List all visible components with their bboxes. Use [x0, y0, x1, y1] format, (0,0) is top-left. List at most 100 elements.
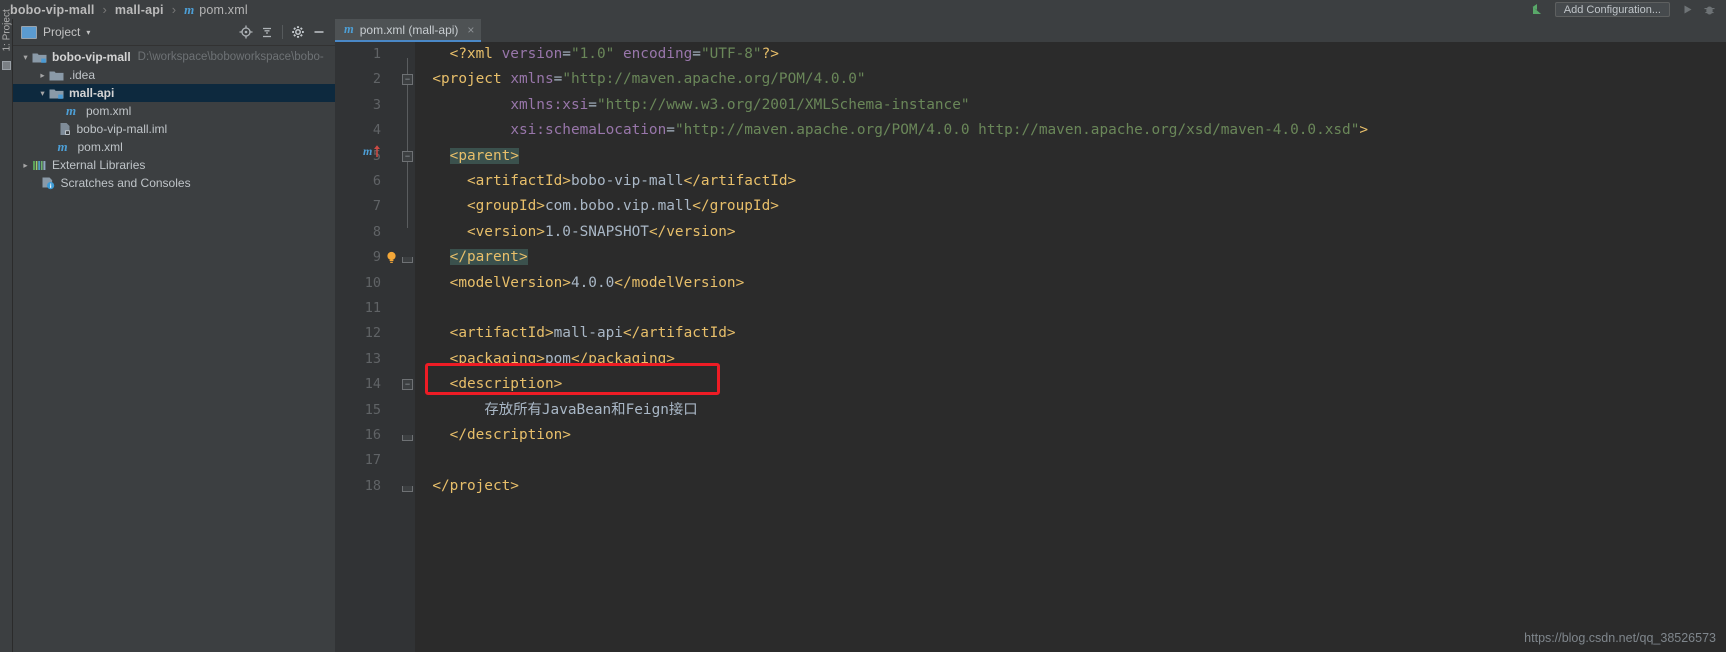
breadcrumb-item-project[interactable]: bobo-vip-mall	[8, 0, 97, 19]
tree-item-pom-xml[interactable]: m pom.xml	[13, 102, 335, 120]
hide-panel-icon[interactable]	[310, 23, 328, 41]
code-token-attr: xmlns:	[510, 96, 563, 113]
debug-icon[interactable]	[1698, 0, 1720, 19]
chevron-right-icon[interactable]: ▸	[19, 160, 32, 171]
fold-collapse-icon[interactable]: −	[402, 74, 413, 86]
code-token-str: "1.0"	[570, 46, 615, 62]
breadcrumb-bar: bobo-vip-mall › mall-api › m pom.xml Add…	[0, 0, 1726, 19]
chevron-down-icon[interactable]: ▾	[19, 52, 32, 63]
intention-bulb-icon[interactable]	[385, 251, 398, 264]
code-token-tag: </version>	[648, 223, 736, 240]
line-number: 8	[372, 223, 381, 240]
tree-item-scratches-and-consoles[interactable]: Scratches and Consoles	[13, 174, 335, 192]
chevron-down-icon[interactable]: ▾	[86, 28, 90, 37]
code-token-tag: <version>	[466, 223, 545, 240]
editor-tab-pom-xml[interactable]: m pom.xml (mall-api) ×	[335, 19, 482, 42]
code-line[interactable]: </project>	[415, 474, 519, 499]
maven-icon: m	[66, 103, 77, 118]
code-line[interactable]: <project xmlns="http://maven.apache.org/…	[415, 67, 866, 92]
project-tree[interactable]: ▾ bobo-vip-mall D:\workspace\boboworkspace…	[13, 46, 335, 652]
code-token-eq: =	[692, 46, 701, 62]
fold-end-icon[interactable]	[402, 257, 413, 264]
code-token-highlighted-tag: </parent>	[449, 249, 528, 266]
code-line[interactable]: <?xml version="1.0" encoding="UTF-8"?>	[415, 42, 779, 67]
tree-item-label: pom.xml	[86, 104, 132, 118]
tree-item-external-libraries[interactable]: ▸ External Libraries	[13, 156, 335, 174]
code-line[interactable]: <version>1.0-SNAPSHOT</version>	[415, 220, 736, 245]
code-token-eq: =	[588, 96, 597, 113]
line-number: 14	[364, 376, 381, 393]
code-token-str: "http://maven.apache.org/POM/4.0.0"	[562, 71, 866, 88]
project-tool-window-label[interactable]: 1: Project	[2, 6, 13, 51]
add-configuration-button[interactable]: Add Configuration...	[1554, 2, 1670, 17]
close-icon[interactable]: ×	[467, 23, 474, 37]
code-line[interactable]: </description>	[415, 423, 571, 448]
add-configuration-label: Add Configuration...	[1563, 3, 1661, 16]
code-line[interactable]: <parent>	[415, 144, 519, 169]
breadcrumb-label: mall-api	[114, 2, 164, 17]
fold-collapse-icon[interactable]: −	[402, 379, 413, 391]
maven-inherited-icon[interactable]: m	[363, 144, 381, 159]
code-line[interactable]: <description>	[415, 372, 563, 397]
code-token-attr: encoding	[622, 46, 693, 62]
breadcrumb-item-module[interactable]: mall-api	[113, 0, 166, 19]
structure-strip-icon[interactable]	[2, 61, 11, 70]
tree-item-mall-api[interactable]: ▾ mall-api	[13, 84, 335, 102]
update-project-icon[interactable]	[1527, 0, 1549, 19]
chevron-down-icon[interactable]: ▾	[36, 88, 49, 99]
breadcrumb-label: pom.xml	[199, 2, 248, 17]
tree-item-idea[interactable]: ▸ .idea	[13, 66, 335, 84]
settings-gear-icon[interactable]	[289, 23, 307, 41]
tree-item-bobo-vip-mall[interactable]: ▾ bobo-vip-mall D:\workspace\boboworkspace…	[13, 48, 335, 66]
tree-item-bobo-vip-mall-iml[interactable]: bobo-vip-mall.iml	[13, 120, 335, 138]
watermark-text: https://blog.csdn.net/qq_38526573	[1524, 631, 1716, 645]
code-viewport[interactable]: 123456789101112131415161718m −−− <?xml v…	[335, 42, 1726, 652]
tree-item-label: pom.xml	[77, 140, 123, 154]
code-token-tag: </modelVersion>	[614, 274, 745, 291]
code-line[interactable]: xmlns:xsi="http://www.w3.org/2001/XMLSch…	[415, 93, 969, 118]
fold-end-icon[interactable]	[402, 435, 413, 441]
line-number-gutter[interactable]: 123456789101112131415161718m	[335, 42, 401, 652]
line-number: 18	[364, 477, 381, 494]
tree-item-pom-xml[interactable]: m pom.xml	[13, 138, 335, 156]
code-line[interactable]: <packaging>pom</packaging>	[415, 347, 675, 372]
tree-item-label: External Libraries	[52, 158, 146, 172]
code-folding-gutter[interactable]: − − −	[401, 42, 415, 652]
code-line[interactable]: </parent>	[415, 245, 528, 270]
toolbar-divider	[282, 25, 283, 39]
code-line[interactable]: <groupId>com.bobo.vip.mall</groupId>	[415, 194, 779, 219]
chevron-right-icon[interactable]: ▸	[36, 70, 49, 81]
code-line[interactable]: 存放所有JavaBean和Feign接口	[415, 398, 697, 423]
locate-icon[interactable]	[237, 23, 255, 41]
breadcrumb-item-file[interactable]: m pom.xml	[182, 0, 250, 19]
tree-item-label: .idea	[69, 68, 96, 82]
maven-icon: m	[57, 139, 68, 154]
fold-end-icon[interactable]	[402, 485, 413, 492]
code-line[interactable]: <modelVersion>4.0.0</modelVersion>	[415, 271, 745, 296]
fold-collapse-icon[interactable]: −	[402, 150, 413, 162]
tree-item-label: Scratches and Consoles	[60, 176, 191, 190]
code-token-attr: xsi:	[510, 122, 545, 139]
code-token-txt: 4.0.0	[570, 274, 615, 291]
collapse-all-icon[interactable]	[258, 23, 276, 41]
line-number: 3	[372, 96, 381, 113]
run-icon[interactable]	[1676, 0, 1698, 19]
code-line[interactable]: <artifactId>bobo-vip-mall</artifactId>	[415, 169, 796, 194]
code-line[interactable]: <artifactId>mall-api</artifactId>	[415, 321, 736, 346]
code-token-tag: </artifactId>	[622, 325, 736, 342]
module-folder-icon	[32, 51, 47, 64]
code-line[interactable]: xsi:schemaLocation="http://maven.apache.…	[415, 118, 1368, 143]
code-text[interactable]: <?xml version="1.0" encoding="UTF-8"?> <…	[415, 42, 1726, 652]
code-token-tag: <modelVersion>	[449, 274, 571, 291]
tree-item-label: mall-api	[69, 86, 115, 100]
maven-icon: m	[344, 22, 354, 36]
project-panel-actions	[237, 23, 331, 41]
code-token-eq: =	[562, 46, 571, 62]
editor-tab-bar: m pom.xml (mall-api) ×	[335, 19, 1726, 42]
